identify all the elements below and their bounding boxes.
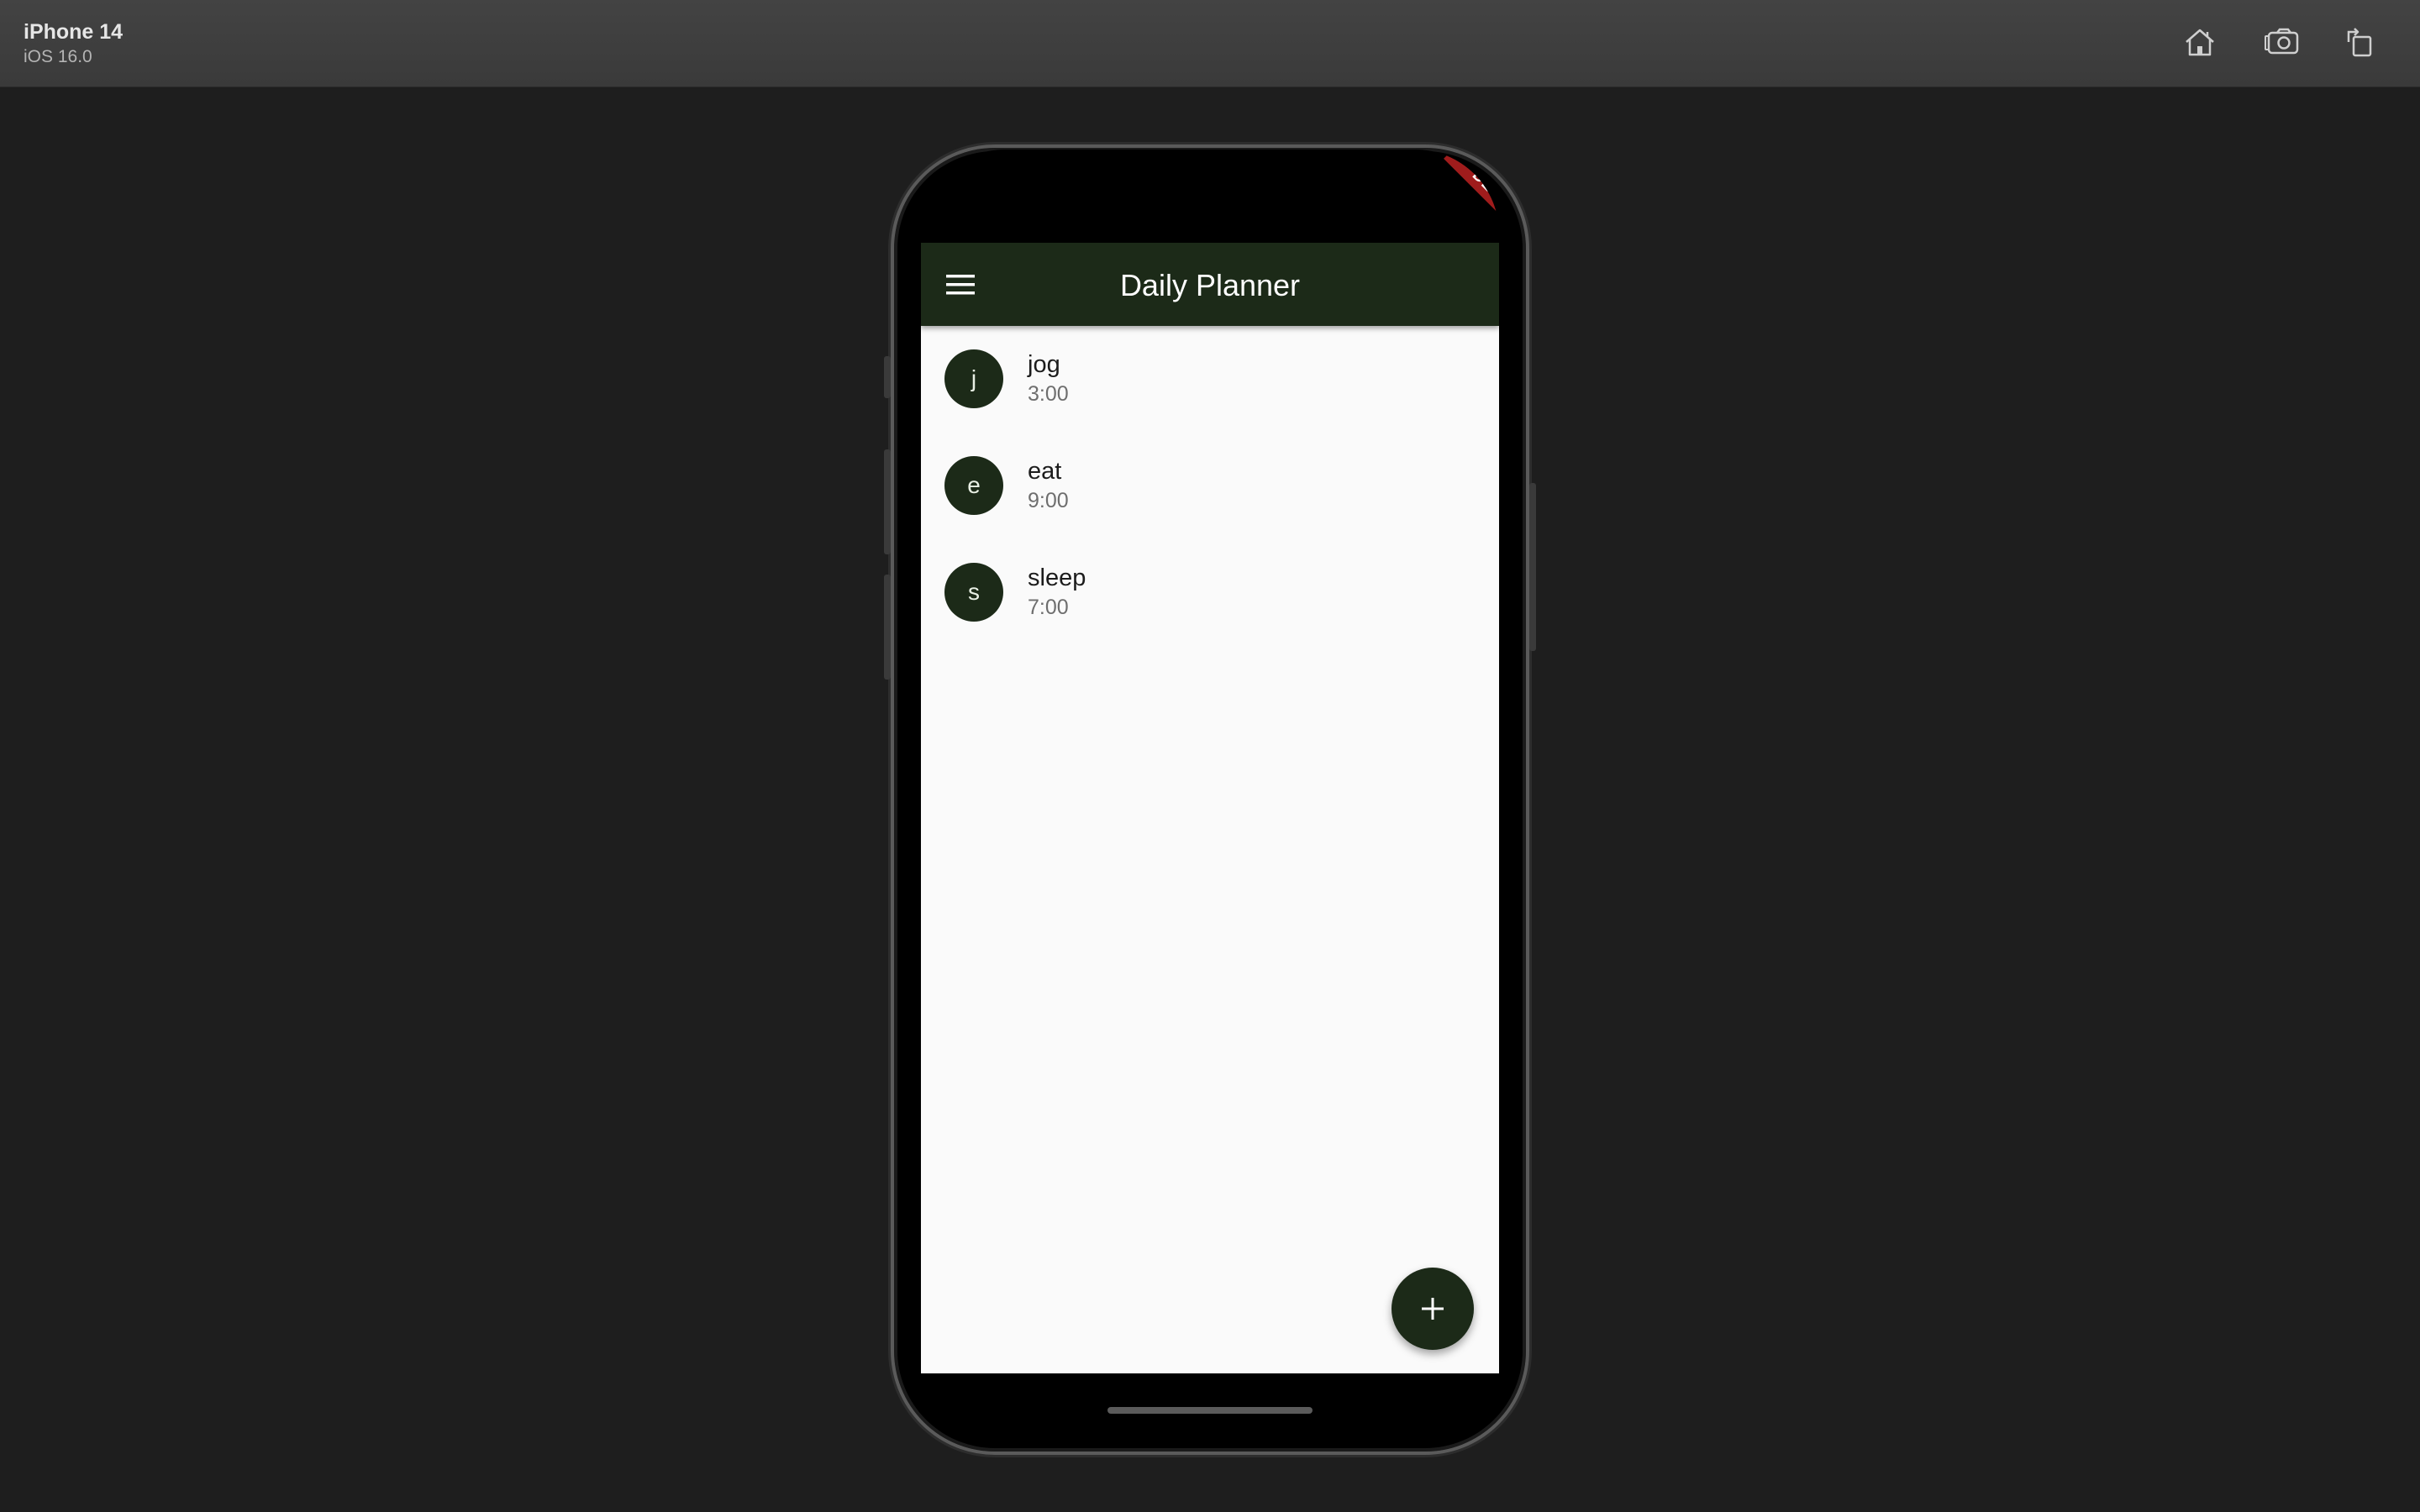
power-button (1529, 483, 1536, 651)
debug-banner: DEBUG (1444, 150, 1499, 248)
os-version: iOS 16.0 (24, 47, 92, 66)
rotate-icon (2347, 28, 2372, 57)
simulator-toolbar: iPhone 14 iOS 16.0 (0, 0, 2420, 87)
rotate-button[interactable] (2339, 22, 2380, 62)
task-list: j jog 3:00 e eat 9:00 s sleep 7:00 (921, 326, 1499, 1373)
avatar: s (944, 563, 1003, 622)
item-time: 3:00 (1028, 382, 1069, 406)
screenshot-icon (2265, 28, 2299, 55)
list-item[interactable]: j jog 3:00 (921, 326, 1499, 433)
avatar: e (944, 456, 1003, 515)
item-title: sleep (1028, 564, 1086, 591)
home-indicator[interactable] (1107, 1407, 1313, 1414)
list-item[interactable]: e eat 9:00 (921, 433, 1499, 539)
item-time: 9:00 (1028, 489, 1069, 512)
item-time: 7:00 (1028, 596, 1069, 619)
item-title: eat (1028, 458, 1062, 485)
screenshot-button[interactable] (2262, 22, 2302, 62)
app-bar: Daily Planner (921, 243, 1499, 326)
item-title: jog (1028, 351, 1060, 378)
home-button[interactable] (2180, 22, 2220, 62)
volume-down-button (884, 575, 891, 680)
mute-switch (884, 356, 891, 398)
avatar: j (944, 349, 1003, 408)
volume-up-button (884, 449, 891, 554)
plus-icon (1422, 1298, 1444, 1320)
list-item[interactable]: s sleep 7:00 (921, 539, 1499, 646)
page-title: Daily Planner (1119, 268, 1301, 302)
add-task-button[interactable] (1392, 1268, 1474, 1350)
device-screen: DEBUG Daily Planner j jog 3:00 e eat 9:0… (921, 150, 1499, 1373)
device-name: iPhone 14 (24, 20, 124, 44)
home-icon (2186, 29, 2214, 56)
